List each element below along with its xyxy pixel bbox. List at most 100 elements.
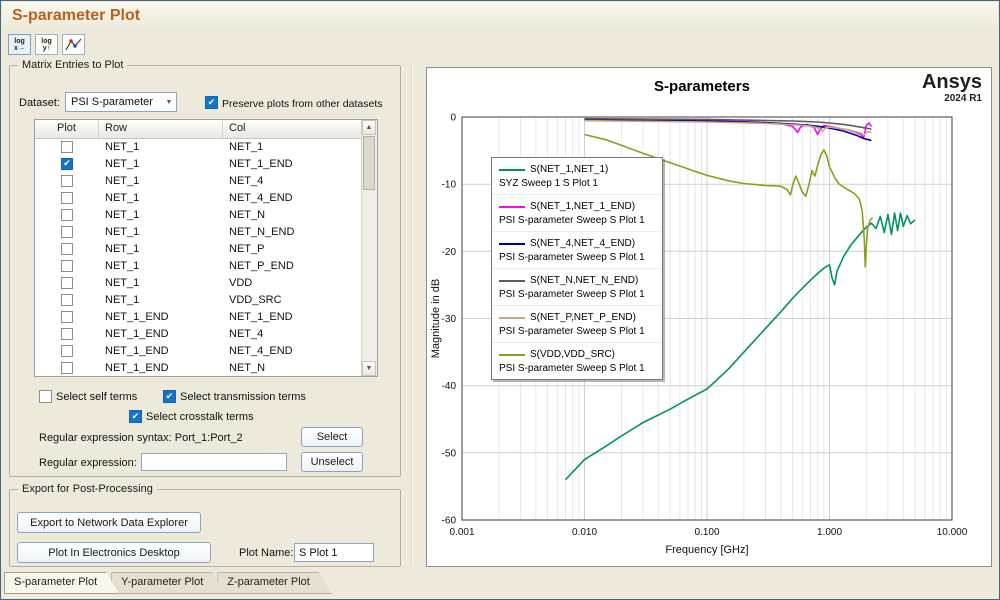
legend-swatch [499, 169, 525, 171]
svg-text:-50: -50 [442, 448, 457, 459]
table-row[interactable]: NET_1NET_4_END [35, 189, 362, 206]
legend-swatch [499, 317, 525, 319]
col-name-cell: NET_4 [223, 328, 362, 340]
row-name-cell: NET_1 [99, 260, 223, 272]
table-row[interactable]: NET_1NET_1 [35, 138, 362, 155]
col-name-cell: NET_N [223, 209, 362, 221]
marker-plot-button[interactable] [62, 34, 85, 55]
svg-text:0.010: 0.010 [572, 527, 597, 538]
svg-text:-10: -10 [442, 180, 457, 191]
svg-text:-60: -60 [442, 516, 457, 527]
table-row[interactable]: NET_1NET_P [35, 240, 362, 257]
plot-name-input[interactable] [294, 543, 374, 562]
svg-text:0.001: 0.001 [449, 527, 474, 538]
legend-entry: S(NET_P,NET_P_END)PSI S-parameter Sweep … [492, 306, 662, 343]
export-network-data-explorer-button[interactable]: Export to Network Data Explorer [17, 512, 201, 533]
row-plot-checkbox[interactable]: ✔ [61, 158, 73, 170]
chart-panel: S-parameters Ansys 2024 R1 0.0010.0100.1… [426, 67, 992, 567]
row-plot-checkbox[interactable] [61, 345, 73, 357]
scroll-down-icon[interactable]: ▼ [362, 361, 376, 376]
select-transmission-terms-label: Select transmission terms [180, 391, 306, 403]
col-name-cell: NET_1 [223, 141, 362, 153]
row-name-cell: NET_1_END [99, 345, 223, 357]
col-name-cell: NET_4_END [223, 345, 362, 357]
table-row[interactable]: NET_1NET_P_END [35, 257, 362, 274]
legend-entry: S(VDD,VDD_SRC)PSI S-parameter Sweep S Pl… [492, 343, 662, 379]
column-header-col[interactable]: Col [223, 120, 362, 138]
preserve-plots-checkbox[interactable]: ✔ [205, 96, 218, 109]
table-row[interactable]: NET_1NET_N_END [35, 223, 362, 240]
legend-sweep-name: PSI S-parameter Sweep S Plot 1 [499, 363, 655, 374]
row-plot-checkbox[interactable] [61, 328, 73, 340]
row-plot-checkbox[interactable] [61, 243, 73, 255]
dataset-select[interactable]: PSI S-parameter ▼ [65, 92, 177, 112]
tab-y-parameter-plot[interactable]: Y-parameter Plot [111, 572, 225, 594]
svg-text:0: 0 [450, 113, 456, 124]
window-title: S-parameter Plot [12, 7, 140, 25]
row-plot-checkbox[interactable] [61, 294, 73, 306]
matrix-entries-table[interactable]: Plot Row Col NET_1NET_1✔NET_1NET_1_ENDNE… [34, 119, 378, 377]
ansys-version-text: 2024 R1 [922, 93, 982, 104]
legend-sweep-name: PSI S-parameter Sweep S Plot 1 [499, 289, 655, 300]
row-name-cell: NET_1 [99, 175, 223, 187]
unselect-button[interactable]: Unselect [301, 452, 363, 472]
xy-plot-icon [65, 37, 82, 52]
table-row[interactable]: NET_1_ENDNET_N [35, 359, 362, 376]
panel-divider [411, 63, 413, 565]
log-y-axis-button[interactable]: log y↑ [35, 34, 58, 55]
svg-text:1.000: 1.000 [817, 527, 842, 538]
row-plot-checkbox[interactable] [61, 260, 73, 272]
log-y-icon: log [41, 38, 52, 45]
dataset-label: Dataset: [19, 97, 60, 109]
select-self-terms-checkbox[interactable] [39, 390, 52, 403]
table-row[interactable]: ✔NET_1NET_1_END [35, 155, 362, 172]
tab-s-parameter-plot[interactable]: S-parameter Plot [4, 572, 119, 594]
scroll-up-icon[interactable]: ▲ [362, 120, 376, 135]
table-row[interactable]: NET_1_ENDNET_1_END [35, 308, 362, 325]
legend-series-name: S(NET_1,NET_1) [530, 164, 608, 175]
table-row[interactable]: NET_1VDD [35, 274, 362, 291]
legend-sweep-name: PSI S-parameter Sweep S Plot 1 [499, 326, 655, 337]
row-name-cell: NET_1 [99, 277, 223, 289]
table-header: Plot Row Col [35, 120, 362, 139]
table-row[interactable]: NET_1VDD_SRC [35, 291, 362, 308]
col-name-cell: NET_N [223, 362, 362, 374]
legend-swatch [499, 206, 525, 208]
select-button[interactable]: Select [301, 427, 363, 447]
tab-z-parameter-plot[interactable]: Z-parameter Plot [217, 572, 332, 594]
row-plot-checkbox[interactable] [61, 175, 73, 187]
table-row[interactable]: NET_1NET_N [35, 206, 362, 223]
row-name-cell: NET_1 [99, 141, 223, 153]
svg-text:Magnitude in dB: Magnitude in dB [430, 279, 442, 359]
regex-input[interactable] [141, 453, 287, 471]
row-plot-checkbox[interactable] [61, 311, 73, 323]
column-header-plot[interactable]: Plot [35, 120, 99, 138]
table-row[interactable]: NET_1NET_4 [35, 172, 362, 189]
col-name-cell: NET_4_END [223, 192, 362, 204]
row-plot-checkbox[interactable] [61, 209, 73, 221]
svg-text:10.000: 10.000 [937, 527, 968, 538]
ansys-brand-text: Ansys [922, 72, 982, 93]
matrix-table-body: NET_1NET_1✔NET_1NET_1_ENDNET_1NET_4NET_1… [35, 138, 362, 376]
plot-in-electronics-desktop-button[interactable]: Plot In Electronics Desktop [17, 542, 211, 563]
log-x-axis-button[interactable]: log x→ [8, 34, 31, 55]
row-name-cell: NET_1 [99, 158, 223, 170]
row-plot-checkbox[interactable] [61, 362, 73, 374]
row-plot-checkbox[interactable] [61, 141, 73, 153]
row-plot-checkbox[interactable] [61, 192, 73, 204]
row-plot-checkbox[interactable] [61, 277, 73, 289]
table-scrollbar[interactable]: ▲ ▼ [361, 120, 377, 376]
legend-entry: S(NET_1,NET_1_END)PSI S-parameter Sweep … [492, 195, 662, 232]
legend-sweep-name: PSI S-parameter Sweep S Plot 1 [499, 252, 655, 263]
row-plot-checkbox[interactable] [61, 226, 73, 238]
table-row[interactable]: NET_1_ENDNET_4 [35, 325, 362, 342]
chart-legend: S(NET_1,NET_1)SYZ Sweep 1 S Plot 1S(NET_… [491, 157, 663, 380]
column-header-row[interactable]: Row [99, 120, 223, 138]
select-crosstalk-terms-checkbox[interactable]: ✔ [129, 410, 142, 423]
legend-series-name: S(NET_N,NET_N_END) [530, 275, 638, 286]
scrollbar-thumb[interactable] [363, 136, 375, 190]
select-transmission-terms-checkbox[interactable]: ✔ [163, 390, 176, 403]
row-name-cell: NET_1 [99, 243, 223, 255]
table-row[interactable]: NET_1_ENDNET_4_END [35, 342, 362, 359]
legend-entry: S(NET_N,NET_N_END) PSI S-parameter Sweep … [492, 269, 662, 306]
